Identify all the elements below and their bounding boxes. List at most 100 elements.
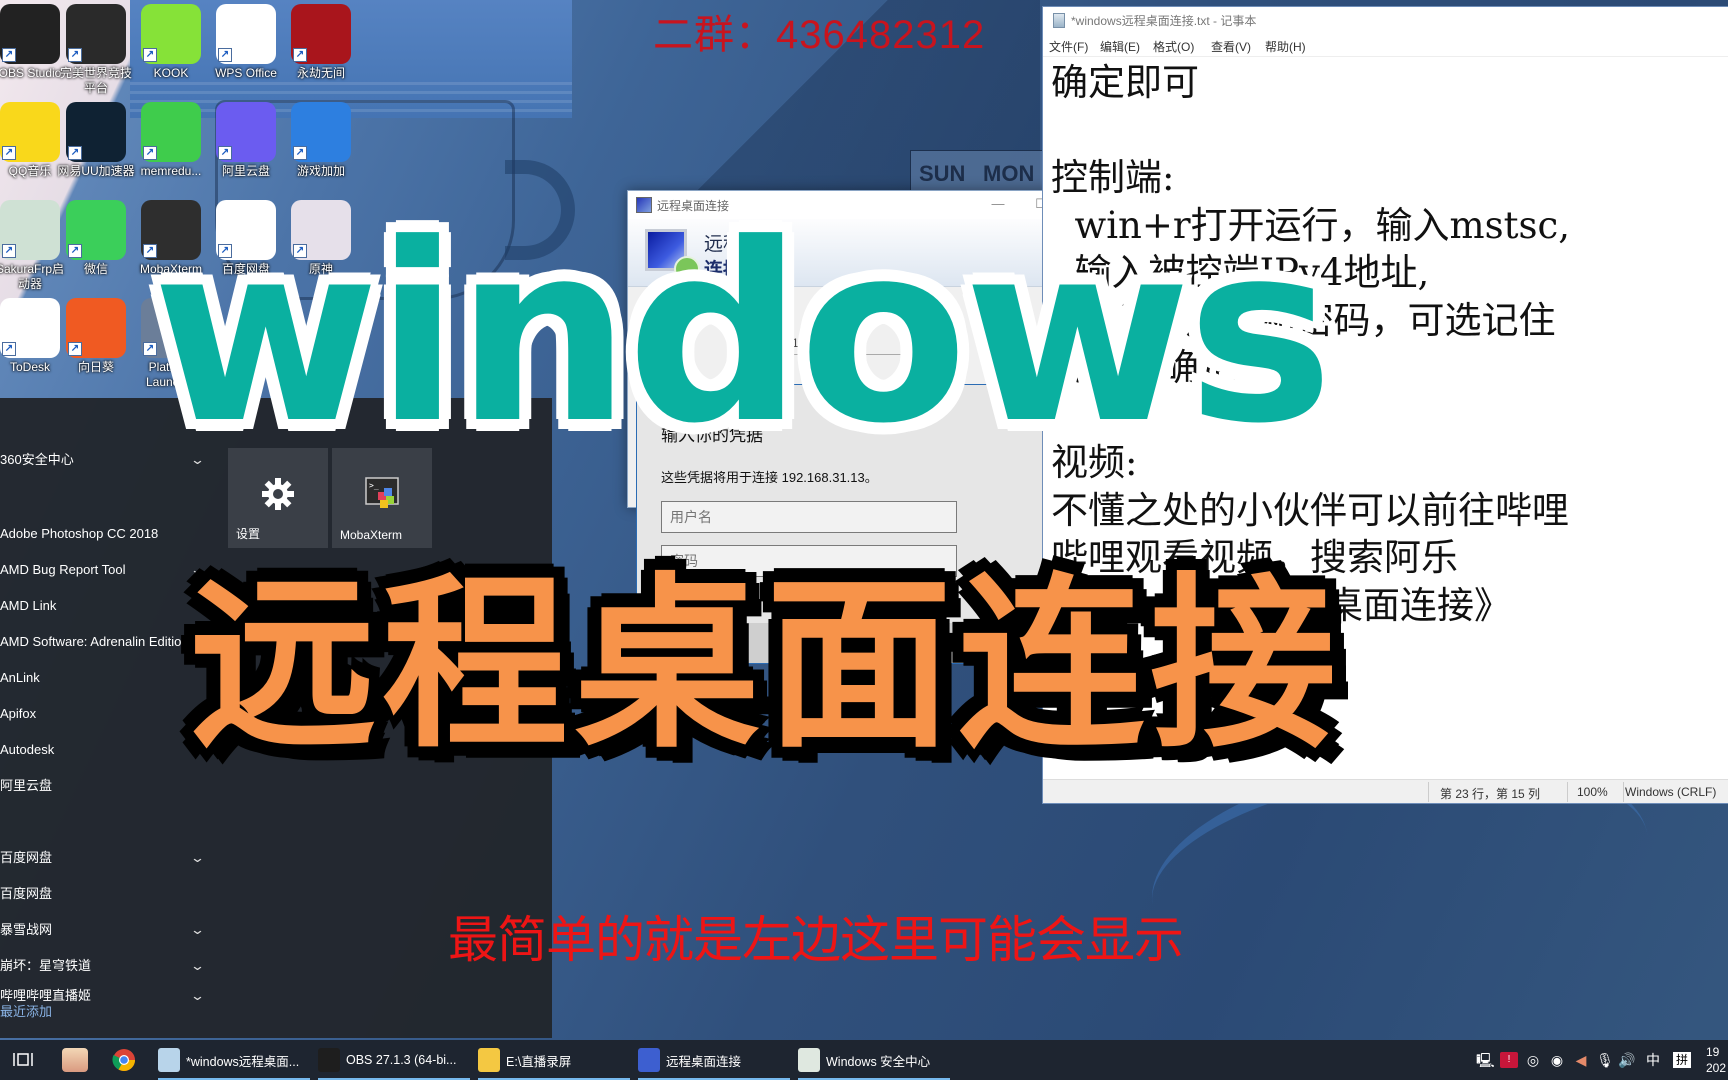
volume-icon[interactable]: 🔊 — [1618, 1052, 1636, 1068]
desktop-icon[interactable]: ↗ 微信 — [56, 200, 136, 277]
app-item-label: 百度网盘 — [0, 886, 53, 901]
start-app-item[interactable]: Adobe Photoshop CC 2018 — [0, 524, 215, 560]
chrome-icon[interactable] — [112, 1048, 138, 1072]
notepad-line: 不懂之处的小伙伴可以前往哔哩 — [1051, 488, 1569, 532]
start-app-item[interactable]: 百度网盘 — [0, 884, 215, 920]
start-app-item[interactable]: 暴雪战网 ⌄ — [0, 920, 215, 956]
app-item-label: Autodesk — [0, 742, 55, 757]
todesk-icon: ↗ — [0, 298, 60, 358]
desktop-icon[interactable]: ↗ memredu... — [131, 102, 211, 179]
tile-label: MobaXterm — [340, 528, 403, 542]
start-app-item[interactable]: AMD Bug Report Tool ⌄ — [0, 560, 215, 596]
status-separator — [1567, 782, 1568, 802]
start-app-item[interactable]: Autodesk — [0, 740, 215, 776]
taskbar-task[interactable]: Windows 安全中心 — [798, 1040, 950, 1080]
notepad-titlebar[interactable]: *windows远程桌面连接.txt - 记事本 — [1043, 7, 1728, 33]
desktop-icon[interactable]: ↗ 阿里云盘 — [206, 102, 286, 179]
shortcut-arrow-icon: ↗ — [218, 48, 232, 62]
calendar-sun: SUN — [919, 161, 966, 186]
start-app-item[interactable]: 阿里云盘 — [0, 776, 215, 812]
calendar-mon: MON — [983, 161, 1035, 186]
desktop-icon-label: 完美世界竞技平台 — [59, 66, 132, 95]
desktop-icon[interactable]: ↗ 游戏加加 — [281, 102, 361, 179]
start-app-item[interactable]: 百度网盘 ⌄ — [0, 848, 215, 884]
desktop-icon[interactable]: ↗ 网易UU加速器 — [56, 102, 136, 179]
taskbar-task-label: E:\直播录屏 — [506, 1054, 572, 1069]
chevron-down-icon: ⌄ — [189, 958, 206, 973]
app-item-label: 崩坏：星穹铁道 — [0, 958, 92, 973]
start-app-item[interactable]: Apifox — [0, 704, 215, 740]
menu-help[interactable]: 帮助(H) — [1265, 38, 1306, 55]
desktop-icon-label: WPS Office — [215, 66, 277, 80]
ime-mode-indicator[interactable]: 中 — [1644, 1052, 1662, 1068]
wechat-icon: ↗ — [66, 200, 126, 260]
qq-music-icon: ↗ — [0, 102, 60, 162]
desktop-icon[interactable]: ↗ 完美世界竞技平台 — [56, 4, 136, 96]
desktop-icon[interactable]: ↗ 永劫无间 — [281, 4, 361, 81]
app-item-label: 阿里云盘 — [0, 778, 53, 793]
gear-icon — [262, 478, 294, 510]
desktop-icon-label: 网易UU加速器 — [57, 164, 135, 178]
start-app-item[interactable]: AMD Software: Adrenalin Edition — [0, 632, 215, 668]
notepad-line: 确定即可 — [1051, 61, 1199, 104]
taskbar-task-label: 远程桌面连接 — [666, 1054, 742, 1069]
desktop-icon-label: 向日葵 — [77, 360, 114, 374]
desktop-icon-label: 阿里云盘 — [221, 164, 270, 178]
username-input[interactable] — [661, 501, 957, 533]
obs-tray-icon[interactable]: ◉ — [1548, 1052, 1566, 1068]
start-app-item[interactable]: AnLink — [0, 668, 215, 704]
naraka-icon: ↗ — [291, 4, 351, 64]
shortcut-arrow-icon: ↗ — [143, 48, 157, 62]
task-view-icon[interactable] — [10, 1048, 36, 1072]
network-icon[interactable]: 🖳 — [1476, 1052, 1495, 1068]
taskbar-task[interactable]: E:\直播录屏 — [478, 1040, 630, 1080]
status-line-ending: Windows (CRLF) — [1625, 785, 1717, 799]
folder-icon — [478, 1048, 500, 1072]
shortcut-arrow-icon: ↗ — [293, 48, 307, 62]
notepad-line — [1051, 107, 1728, 155]
menu-file[interactable]: 文件(F) — [1049, 38, 1088, 55]
start-app-item[interactable]: AMD Link — [0, 596, 215, 632]
speaker-muted-icon[interactable]: ◀ — [1572, 1052, 1590, 1068]
system-clock[interactable]: 19 202 — [1706, 1044, 1726, 1076]
desktop-icon[interactable]: ↗ 向日葵 — [56, 298, 136, 375]
app-item-label: Apifox — [0, 706, 37, 721]
desktop-icon-label: memredu... — [140, 164, 202, 178]
app-item-label: AnLink — [0, 670, 40, 685]
menu-edit[interactable]: 编辑(E) — [1100, 38, 1140, 55]
shortcut-arrow-icon: ↗ — [2, 244, 16, 258]
cloud-sync-icon[interactable]: ◎ — [1524, 1052, 1542, 1068]
taskbar-task-label: OBS 27.1.3 (64-bi... — [346, 1053, 457, 1067]
group-number-watermark: 二群：436482312 — [653, 13, 986, 57]
shortcut-arrow-icon: ↗ — [68, 244, 82, 258]
microphone-icon[interactable]: 🎙 — [1596, 1052, 1614, 1068]
desktop-icon[interactable]: ↗ KOOK — [131, 4, 211, 81]
desktop-icon-label: KOOK — [153, 66, 189, 80]
mobaxterm-icon: >_ — [365, 477, 399, 508]
video-subtitle: 最简单的就是左边这里可能会显示 — [448, 911, 1184, 969]
wps-icon: ↗ — [216, 4, 276, 64]
desktop-icon-label: 永劫无间 — [296, 66, 345, 80]
tile-label: 设置 — [236, 527, 261, 541]
taskbar-task[interactable]: OBS 27.1.3 (64-bi... — [318, 1040, 470, 1080]
app-item-label: AMD Bug Report Tool — [0, 562, 126, 577]
remote-desktop-icon — [638, 1048, 660, 1072]
amd-software-icon[interactable]: ! — [1500, 1052, 1518, 1068]
windows-security-icon — [798, 1048, 820, 1072]
svg-text:>_: >_ — [369, 481, 379, 490]
chevron-down-icon: ⌄ — [189, 850, 206, 865]
menu-view[interactable]: 查看(V) — [1211, 38, 1251, 55]
ime-layout-indicator[interactable]: 拼 — [1673, 1052, 1691, 1068]
menu-format[interactable]: 格式(O) — [1153, 38, 1194, 55]
anime-app-icon[interactable] — [62, 1048, 88, 1072]
clock-date: 202 — [1706, 1061, 1727, 1075]
taskbar-task[interactable]: 远程桌面连接 — [638, 1040, 790, 1080]
desktop-icon-label: 微信 — [83, 262, 108, 276]
taskbar-task[interactable]: *windows远程桌面... — [158, 1040, 310, 1080]
sunlogin-icon: ↗ — [66, 298, 126, 358]
chevron-down-icon: ⌄ — [189, 922, 206, 937]
sakurafrp-icon: ↗ — [0, 200, 60, 260]
notepad-menubar: 文件(F) 编辑(E) 格式(O) 查看(V) 帮助(H) — [1043, 35, 1728, 57]
notepad-title: *windows远程桌面连接.txt - 记事本 — [1071, 14, 1257, 28]
desktop-icon[interactable]: ↗ WPS Office — [206, 4, 286, 81]
